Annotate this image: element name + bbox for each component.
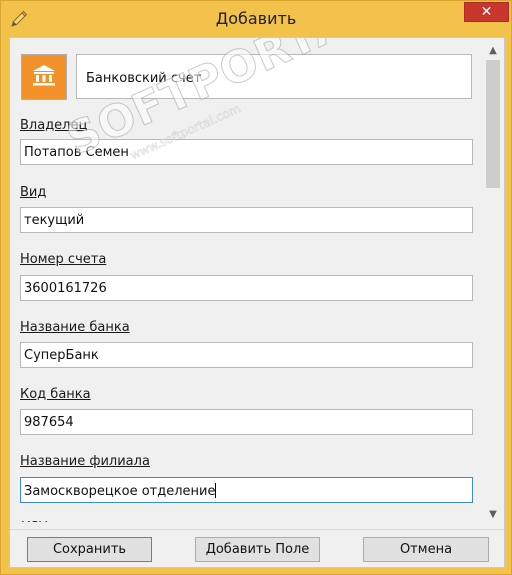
owner-field[interactable]: Потапов Семен [20,139,473,165]
scroll-up-icon[interactable]: ▲ [484,42,502,58]
scroll-down-icon[interactable]: ▼ [484,506,502,522]
account-number-label: Номер счета [20,252,107,267]
type-field[interactable]: текущий [20,207,473,233]
bank-name-field[interactable]: СуперБанк [20,342,473,368]
add-field-button[interactable]: Добавить Поле [195,537,320,562]
bank-code-label: Код банка [20,387,91,402]
close-icon: ✕ [480,4,493,20]
account-number-field[interactable]: 3600161726 [20,275,473,301]
bank-name-label: Название банка [20,320,130,335]
owner-label: Владелец [20,118,88,133]
next-field-label-partial: Кем [21,521,81,525]
save-button[interactable]: Сохранить [27,537,152,562]
scroll-thumb[interactable] [486,60,500,188]
branch-name-field[interactable]: Замоскворецкое отделение [20,477,473,503]
form-scroll-area: Банковский счет Владелец Потапов Семен В… [10,38,482,525]
footer-divider [10,529,504,530]
dialog-body: Банковский счет Владелец Потапов Семен В… [9,37,505,568]
record-type-name[interactable]: Банковский счет [76,54,472,99]
branch-name-label: Название филиала [20,454,150,469]
vertical-scrollbar[interactable]: ▲ ▼ [484,40,502,522]
type-label: Вид [20,185,47,200]
window-title: Добавить [215,9,297,28]
record-type-button[interactable] [21,54,67,100]
cancel-button[interactable]: Отмена [363,537,489,562]
dialog-window: Добавить ✕ Банковский счет Владелец Пота… [0,0,512,575]
close-button[interactable]: ✕ [464,2,509,22]
title-bar[interactable]: Добавить ✕ [1,1,511,37]
bank-code-field[interactable]: 987654 [20,409,473,435]
bank-icon [31,62,57,92]
text-caret [215,483,217,498]
branch-name-value: Замоскворецкое отделение [24,484,216,499]
